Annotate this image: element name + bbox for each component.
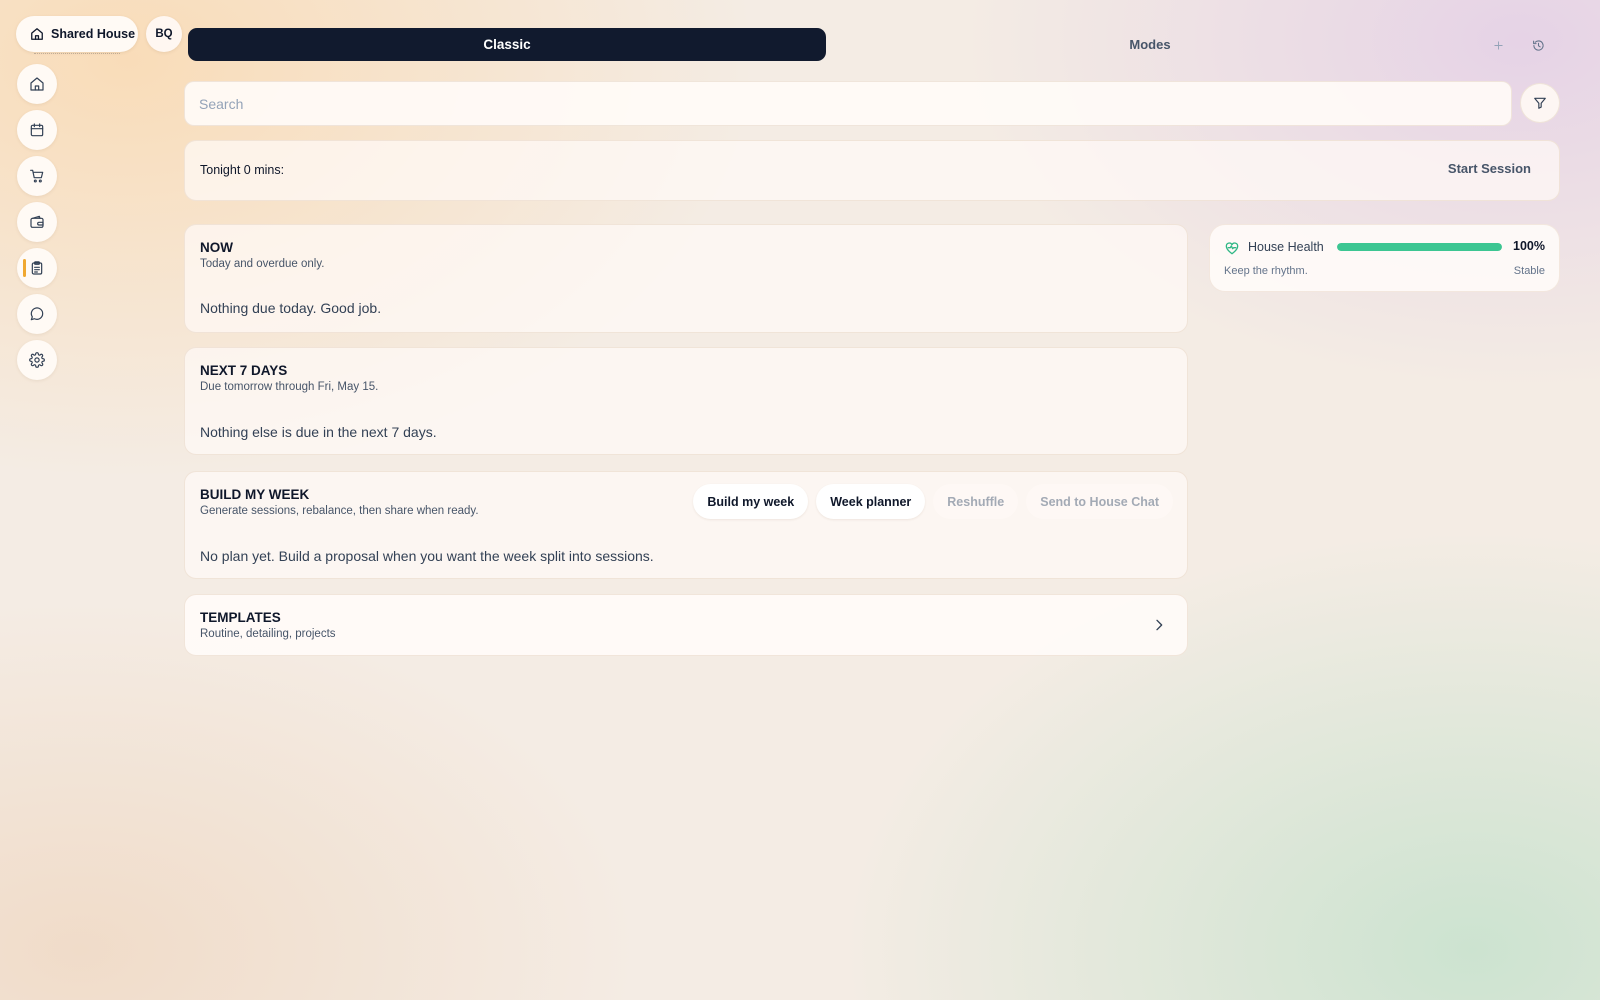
house-switcher[interactable]: Shared House — [16, 16, 138, 52]
history-icon — [1532, 39, 1545, 52]
avatar[interactable]: BQ — [146, 16, 182, 52]
sidebar-item-settings[interactable] — [17, 340, 57, 380]
build-my-week-empty-message: No plan yet. Build a proposal when you w… — [200, 548, 654, 564]
templates-title: TEMPLATES — [200, 610, 281, 625]
templates-subtitle: Routine, detailing, projects — [200, 628, 336, 640]
house-health-card: House Health 100% Keep the rhythm. Stabl… — [1209, 224, 1560, 292]
clipboard-icon — [29, 260, 45, 276]
next-7-days-title: NEXT 7 DAYS — [200, 363, 288, 378]
send-to-house-chat-button[interactable]: Send to House Chat — [1026, 484, 1173, 519]
home-icon — [30, 27, 44, 41]
tonight-bar: Tonight 0 mins: Start Session — [184, 140, 1560, 201]
wallet-icon — [29, 214, 45, 230]
house-health-bar — [1337, 243, 1502, 251]
now-empty-message: Nothing due today. Good job. — [200, 300, 382, 316]
next-7-days-empty-message: Nothing else is due in the next 7 days. — [200, 424, 437, 440]
now-section: NOW Today and overdue only. Nothing due … — [184, 224, 1188, 333]
build-my-week-subtitle: Generate sessions, rebalance, then share… — [200, 505, 479, 517]
build-my-week-section: BUILD MY WEEK Generate sessions, rebalan… — [184, 471, 1188, 579]
house-name: Shared House — [51, 27, 136, 41]
reshuffle-button[interactable]: Reshuffle — [933, 484, 1019, 519]
sidebar-item-calendar[interactable] — [17, 110, 57, 150]
house-health-percent: 100% — [1513, 239, 1545, 253]
heart-pulse-icon — [1224, 240, 1240, 256]
sidebar-item-home[interactable] — [17, 64, 57, 104]
cart-icon — [29, 168, 45, 184]
build-my-week-button[interactable]: Build my week — [693, 484, 809, 519]
filter-icon — [1533, 96, 1547, 110]
add-button[interactable] — [1487, 34, 1509, 56]
house-health-status: Stable — [1513, 265, 1545, 277]
search-input[interactable] — [185, 82, 1511, 125]
modes-button[interactable]: Modes — [1100, 28, 1200, 61]
start-session-button[interactable]: Start Session — [1448, 161, 1531, 176]
now-subtitle: Today and overdue only. — [200, 258, 325, 270]
sidebar-item-shopping[interactable] — [17, 156, 57, 196]
week-planner-button[interactable]: Week planner — [816, 484, 926, 519]
next-7-days-section: NEXT 7 DAYS Due tomorrow through Fri, Ma… — [184, 347, 1188, 455]
next-7-days-subtitle: Due tomorrow through Fri, May 15. — [200, 381, 379, 393]
sidebar-item-chores[interactable] — [17, 248, 57, 288]
filter-button[interactable] — [1520, 83, 1560, 123]
now-title: NOW — [200, 240, 233, 255]
home-icon — [29, 76, 45, 92]
build-my-week-actions: Build my week Week planner Reshuffle Sen… — [693, 484, 1173, 519]
classic-mode-button[interactable]: Classic — [188, 28, 826, 61]
sidebar-item-wallet[interactable] — [17, 202, 57, 242]
chevron-right-icon — [1151, 617, 1167, 633]
house-health-label: House Health — [1248, 240, 1324, 254]
house-chip-divider — [34, 53, 120, 56]
build-my-week-title: BUILD MY WEEK — [200, 487, 310, 502]
house-health-note: Keep the rhythm. — [1224, 265, 1308, 277]
history-button[interactable] — [1527, 34, 1549, 56]
templates-section[interactable]: TEMPLATES Routine, detailing, projects — [184, 594, 1188, 656]
sidebar-nav — [17, 64, 57, 386]
chat-bubble-icon — [29, 306, 45, 322]
tonight-label: Tonight 0 mins: — [200, 163, 285, 177]
plus-icon — [1493, 40, 1504, 51]
gear-icon — [29, 352, 45, 368]
calendar-icon — [29, 122, 45, 138]
house-health-bar-fill — [1337, 243, 1502, 251]
search-box — [184, 81, 1512, 126]
sidebar-item-chat[interactable] — [17, 294, 57, 334]
